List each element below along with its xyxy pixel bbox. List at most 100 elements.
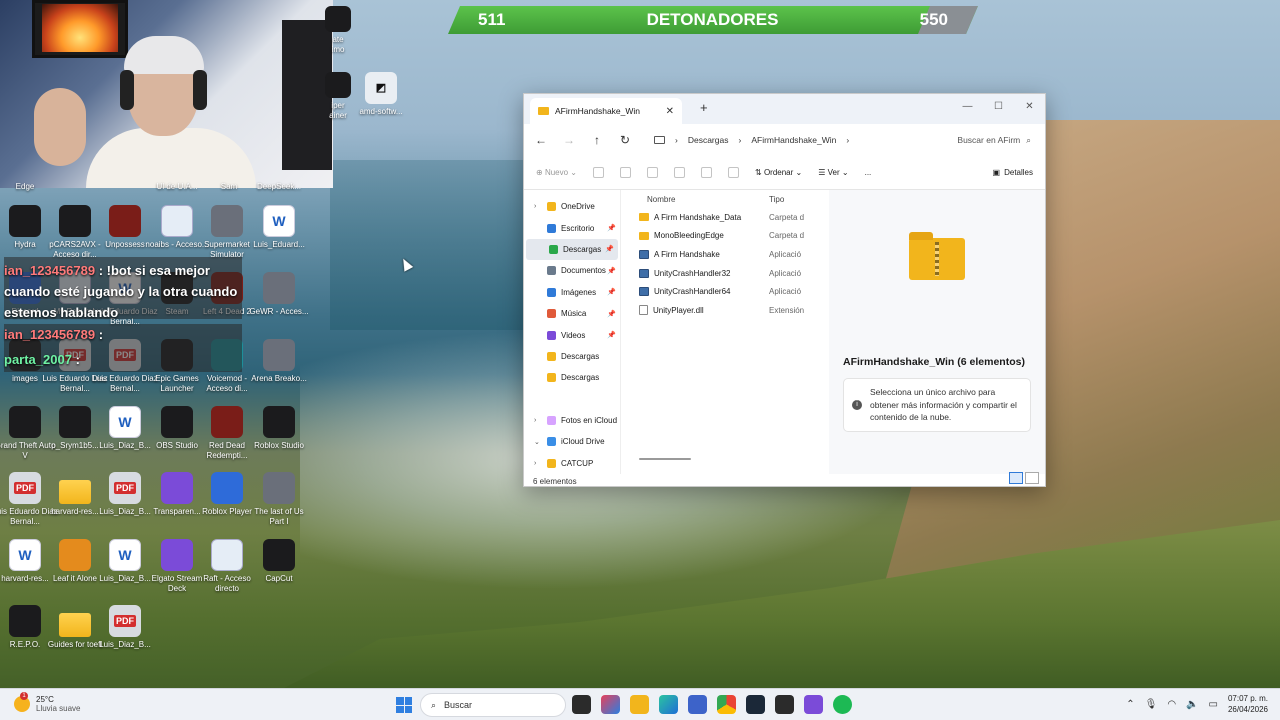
desktop-icon[interactable]: GeWR - Acces... bbox=[246, 272, 312, 317]
view-button[interactable]: ☰ Ver ⌄ bbox=[818, 168, 848, 177]
delete-icon[interactable] bbox=[728, 167, 739, 178]
desktop-icon[interactable]: Roblox Studio bbox=[246, 406, 312, 451]
steam-icon[interactable] bbox=[746, 695, 765, 714]
horizontal-scrollbar[interactable] bbox=[639, 458, 691, 460]
chrome-icon[interactable] bbox=[717, 695, 736, 714]
column-name[interactable]: Nombre bbox=[621, 195, 769, 204]
breadcrumb-descargas[interactable]: Descargas bbox=[688, 135, 729, 145]
desktop-icon[interactable]: The last of Us Part I bbox=[246, 472, 312, 527]
nav-item[interactable]: Descargas bbox=[524, 367, 620, 388]
images-icon bbox=[547, 287, 556, 297]
weather-icon bbox=[14, 692, 30, 712]
store-icon[interactable] bbox=[601, 695, 620, 714]
file-row[interactable]: UnityCrashHandler32 Aplicació bbox=[621, 264, 829, 283]
dll-file-icon bbox=[639, 305, 648, 316]
remote-desktop-icon[interactable] bbox=[688, 695, 707, 714]
tab-afirmhandshake[interactable]: AFirmHandshake_Win ✕ bbox=[530, 98, 682, 124]
weather-widget[interactable]: 25°C Lluvia suave bbox=[14, 692, 80, 713]
details-pane: AFirmHandshake_Win (6 elementos) i Selec… bbox=[829, 190, 1045, 474]
nav-item[interactable]: Videos 📌 bbox=[524, 324, 620, 345]
desktop-icon-label: Luis_Eduard... bbox=[253, 240, 305, 249]
desktop-icon-amd[interactable]: ◩ amd-softw... bbox=[348, 72, 414, 117]
streamdeck-icon bbox=[161, 539, 193, 571]
wifi-icon[interactable]: ◠ bbox=[1167, 699, 1176, 710]
chevron-icon[interactable]: › bbox=[534, 460, 542, 467]
file-row[interactable]: A Firm Handshake Aplicació bbox=[621, 245, 829, 264]
desktop-icon[interactable]: Arena Breako... bbox=[246, 339, 312, 384]
score-left: 511 bbox=[478, 10, 506, 29]
forward-button[interactable]: → bbox=[562, 133, 576, 147]
file-row[interactable]: MonoBleedingEdge Carpeta d bbox=[621, 227, 829, 246]
cut-icon[interactable] bbox=[593, 167, 604, 178]
folder-icon bbox=[59, 480, 91, 504]
file-explorer-icon[interactable] bbox=[630, 695, 649, 714]
up-button[interactable]: ↑ bbox=[590, 133, 604, 147]
breadcrumb-current[interactable]: AFirmHandshake_Win bbox=[751, 135, 836, 145]
battery-icon[interactable]: ▭ bbox=[1209, 699, 1218, 710]
spotify-icon[interactable] bbox=[833, 695, 852, 714]
transparent-icon bbox=[161, 472, 193, 504]
desktop-icon[interactable]: W Luis_Eduard... bbox=[246, 205, 312, 250]
this-pc-icon bbox=[654, 136, 665, 144]
app-icon[interactable] bbox=[804, 695, 823, 714]
chevron-icon[interactable]: › bbox=[534, 417, 542, 424]
details-view-button[interactable] bbox=[1009, 472, 1023, 484]
new-tab-button[interactable]: + bbox=[700, 100, 708, 115]
webcam-overlay bbox=[0, 0, 333, 188]
start-button[interactable] bbox=[396, 697, 412, 713]
sort-button[interactable]: ⇅ Ordenar ⌄ bbox=[755, 168, 802, 177]
file-row[interactable]: UnityCrashHandler64 Aplicació bbox=[621, 282, 829, 301]
search-box[interactable]: Buscar en AFirm ⌕ bbox=[957, 135, 1035, 146]
rename-icon[interactable] bbox=[674, 167, 685, 178]
clock[interactable]: 07:07 p. m. 26/04/2026 bbox=[1228, 693, 1268, 715]
nav-item[interactable]: › CATCUP bbox=[524, 453, 620, 474]
nav-item[interactable]: Descargas 📌 bbox=[526, 238, 618, 261]
address-bar[interactable]: › Descargas › AFirmHandshake_Win › bbox=[654, 135, 904, 145]
details-info-card: i Selecciona un único archivo para obten… bbox=[843, 378, 1031, 432]
desktop-icon[interactable]: CapCut bbox=[246, 539, 312, 584]
volume-icon[interactable]: 🔈 bbox=[1186, 699, 1198, 710]
nav-item-label: Videos bbox=[561, 330, 586, 340]
share-icon[interactable] bbox=[701, 167, 712, 178]
new-button[interactable]: ⊕ Nuevo ⌄ bbox=[536, 168, 577, 177]
nav-item[interactable]: › Fotos en iCloud bbox=[524, 410, 620, 431]
nav-item[interactable]: Documentos 📌 bbox=[524, 260, 620, 281]
desktop-icon-partial[interactable]: ate imo bbox=[318, 6, 358, 55]
chevron-up-icon[interactable]: ⌃ bbox=[1126, 699, 1134, 710]
task-view-icon[interactable] bbox=[572, 695, 591, 714]
nav-item[interactable]: Imágenes 📌 bbox=[524, 282, 620, 303]
close-window-button[interactable]: ✕ bbox=[1014, 94, 1045, 118]
desktop-icon-label: amd-softw... bbox=[359, 107, 403, 116]
microphone-icon[interactable]: 🎙 bbox=[1145, 699, 1158, 710]
minimize-button[interactable]: — bbox=[952, 94, 983, 118]
rdr-icon bbox=[211, 406, 243, 438]
file-row[interactable]: UnityPlayer.dll Extensión bbox=[621, 301, 829, 320]
edge-icon[interactable] bbox=[659, 695, 678, 714]
close-tab-icon[interactable]: ✕ bbox=[666, 106, 674, 117]
nav-item[interactable]: Música 📌 bbox=[524, 303, 620, 324]
obs-icon[interactable] bbox=[775, 695, 794, 714]
app-icon bbox=[161, 205, 193, 237]
nav-item[interactable]: ⌄ iCloud Drive bbox=[524, 431, 620, 452]
column-type[interactable]: Tipo bbox=[769, 195, 784, 204]
chevron-icon[interactable]: ⌄ bbox=[534, 438, 542, 446]
pin-icon: 📌 bbox=[607, 267, 616, 275]
details-button[interactable]: ▣ Detalles bbox=[993, 168, 1033, 177]
desktop-icon[interactable]: PDF Luis_Diaz_B... bbox=[92, 605, 158, 650]
nav-item[interactable]: › OneDrive bbox=[524, 196, 620, 217]
nav-item[interactable]: Descargas bbox=[524, 346, 620, 367]
maximize-button[interactable]: ☐ bbox=[983, 94, 1014, 118]
more-options-button[interactable]: ... bbox=[865, 168, 872, 177]
file-row[interactable]: A Firm Handshake_Data Carpeta d bbox=[621, 208, 829, 227]
tiles-view-button[interactable] bbox=[1025, 472, 1039, 484]
nav-item[interactable]: Escritorio 📌 bbox=[524, 217, 620, 238]
file-name: MonoBleedingEdge bbox=[654, 231, 724, 241]
paste-icon[interactable] bbox=[647, 167, 658, 178]
copy-icon[interactable] bbox=[620, 167, 631, 178]
taskbar-search[interactable]: ⌕ Buscar bbox=[420, 693, 566, 717]
refresh-button[interactable]: ↻ bbox=[618, 133, 632, 147]
chevron-icon[interactable]: › bbox=[534, 203, 542, 210]
back-button[interactable]: ← bbox=[534, 133, 548, 147]
file-name: UnityPlayer.dll bbox=[653, 305, 704, 315]
pcars-icon bbox=[59, 205, 91, 237]
